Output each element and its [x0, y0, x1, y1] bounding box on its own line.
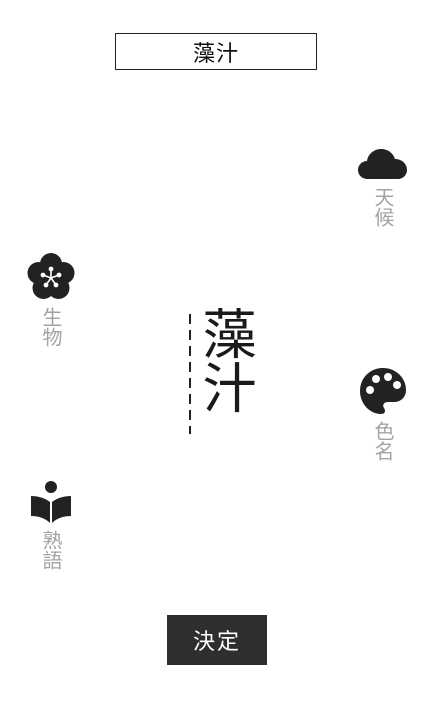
- plum-blossom-icon: [27, 253, 75, 299]
- input-glyph-text: 藻汁: [193, 306, 256, 414]
- category-creature[interactable]: 生物: [21, 253, 81, 347]
- category-weather-label: 天候: [371, 187, 395, 227]
- category-idiom[interactable]: 熟語: [21, 480, 81, 570]
- book-reader-icon: [31, 481, 71, 523]
- answer-box: 藻汁: [115, 33, 317, 70]
- cursor-guide-line: [189, 314, 191, 434]
- category-weather[interactable]: 天候: [353, 145, 413, 227]
- palette-icon: [360, 368, 406, 414]
- category-idiom-label: 熟語: [39, 530, 63, 570]
- category-color-label: 色名: [371, 421, 395, 461]
- input-glyph-area[interactable]: 藻汁: [183, 306, 256, 434]
- cloud-icon: [358, 149, 407, 179]
- category-color[interactable]: 色名: [353, 367, 413, 461]
- answer-text: 藻汁: [192, 41, 239, 67]
- category-creature-label: 生物: [39, 307, 63, 347]
- decide-button[interactable]: 決定: [167, 615, 267, 665]
